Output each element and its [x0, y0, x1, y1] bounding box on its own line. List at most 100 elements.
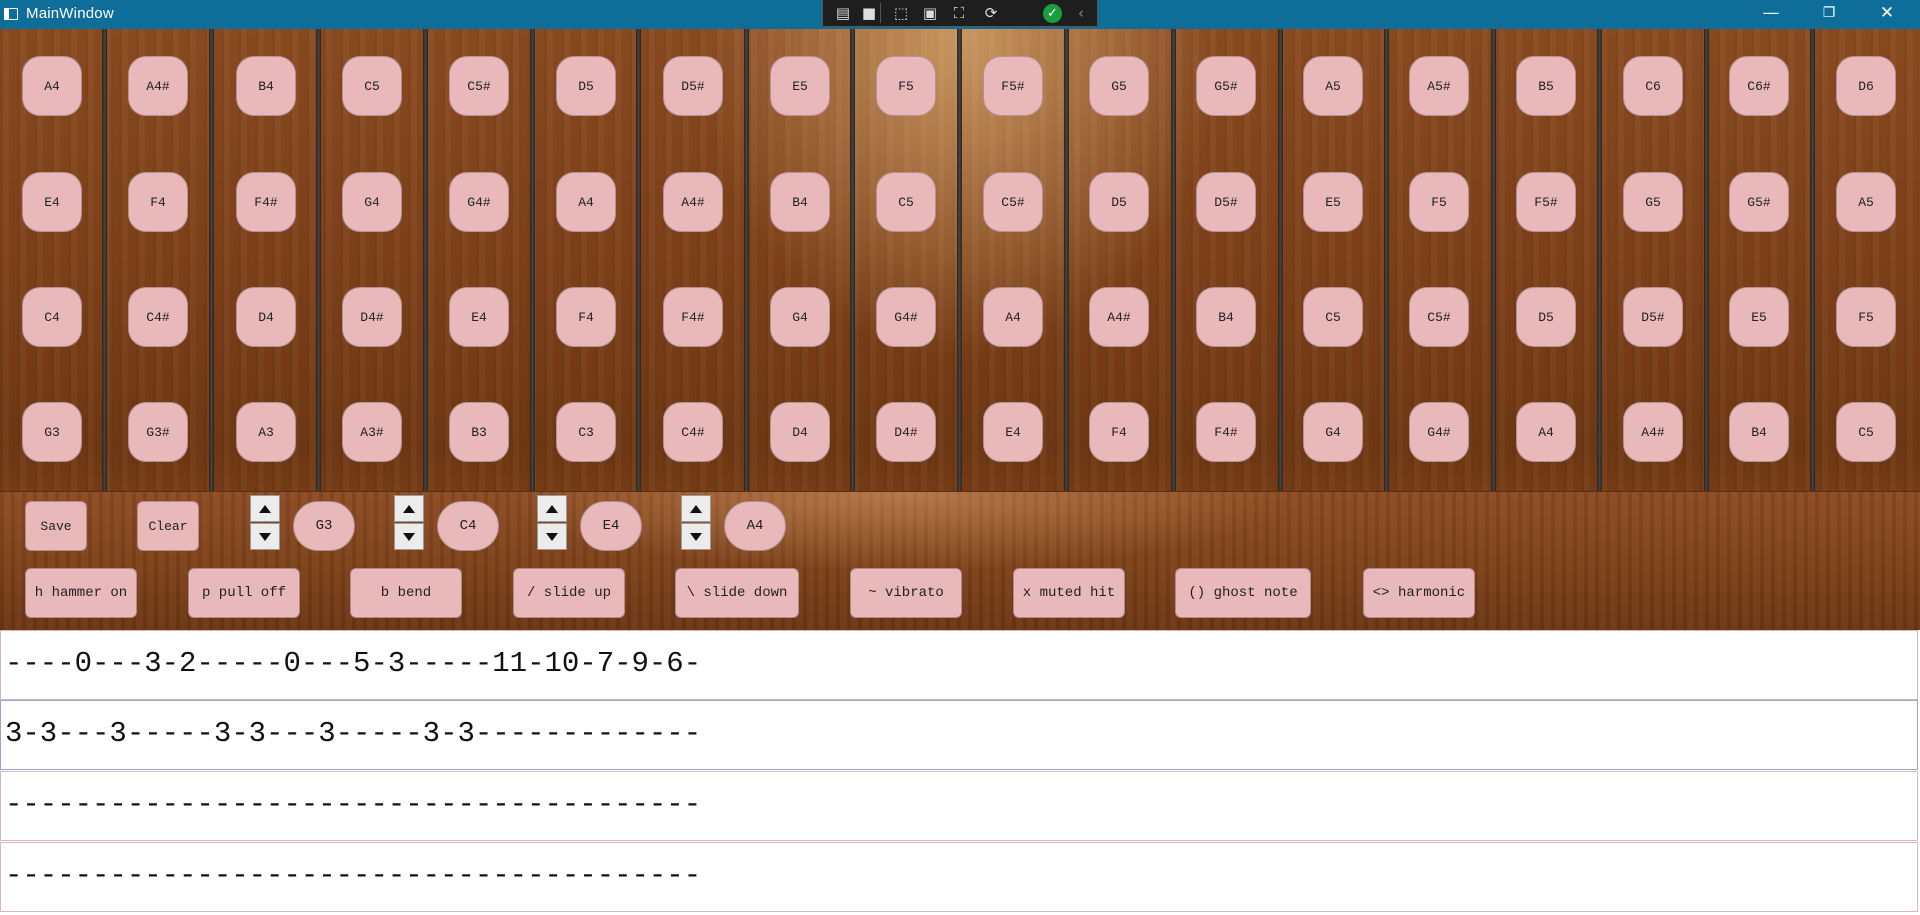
note-button[interactable]: A4 [22, 56, 82, 116]
note-button[interactable]: B4 [1196, 287, 1256, 347]
note-button[interactable]: C5# [1409, 287, 1469, 347]
note-button[interactable]: E4 [449, 287, 509, 347]
note-button[interactable]: G4# [1409, 402, 1469, 462]
note-button[interactable]: A3# [342, 402, 402, 462]
note-button[interactable]: D6 [1836, 56, 1896, 116]
tune-up-button[interactable] [394, 495, 424, 522]
note-button[interactable]: F4 [1089, 402, 1149, 462]
display-layout-adorners-icon[interactable]: ▣ [918, 3, 942, 23]
note-button[interactable]: C4# [663, 402, 723, 462]
note-button[interactable]: G5# [1729, 172, 1789, 232]
note-button[interactable]: C4# [128, 287, 188, 347]
note-button[interactable]: B5 [1516, 56, 1576, 116]
tune-up-button[interactable] [681, 495, 711, 522]
note-button[interactable]: F4# [236, 172, 296, 232]
restore-icon[interactable]: ❐ [1806, 0, 1852, 29]
live-visual-tree-icon[interactable]: ▤ [831, 3, 855, 23]
note-button[interactable]: E4 [22, 172, 82, 232]
note-button[interactable]: E5 [770, 56, 830, 116]
track-focused-element-icon[interactable]: ⛶ [947, 3, 971, 23]
note-button[interactable]: A5 [1303, 56, 1363, 116]
note-button[interactable]: G4 [342, 172, 402, 232]
note-button[interactable]: C6 [1623, 56, 1683, 116]
tab-string-field[interactable]: 3-3---3-----3-3---3-----3-3------------- [0, 700, 1918, 770]
note-button[interactable]: D5# [663, 56, 723, 116]
tab-string-field[interactable]: ---------------------------------------- [0, 771, 1918, 841]
tab-string-field[interactable]: ----0---3-2-----0---5-3-----11-10-7-9-6- [0, 630, 1918, 700]
note-button[interactable]: F5 [876, 56, 936, 116]
note-button[interactable]: D5 [1516, 287, 1576, 347]
note-button[interactable]: C5 [1836, 402, 1896, 462]
technique-button[interactable]: / slide up [513, 568, 625, 618]
note-button[interactable]: G5 [1623, 172, 1683, 232]
note-button[interactable]: D5# [1196, 172, 1256, 232]
note-button[interactable]: A4# [663, 172, 723, 232]
note-button[interactable]: A4 [983, 287, 1043, 347]
note-button[interactable]: G3 [22, 402, 82, 462]
note-button[interactable]: C5# [983, 172, 1043, 232]
technique-button[interactable]: ~ vibrato [850, 568, 962, 618]
note-button[interactable]: B3 [449, 402, 509, 462]
note-button[interactable]: F5# [983, 56, 1043, 116]
note-button[interactable]: A4 [556, 172, 616, 232]
tune-down-button[interactable] [394, 523, 424, 550]
note-button[interactable]: A3 [236, 402, 296, 462]
tune-down-button[interactable] [537, 523, 567, 550]
note-button[interactable]: E5 [1303, 172, 1363, 232]
tune-down-button[interactable] [250, 523, 280, 550]
note-button[interactable]: C5 [876, 172, 936, 232]
note-button[interactable]: A4 [1516, 402, 1576, 462]
note-button[interactable]: F4 [128, 172, 188, 232]
note-button[interactable]: B4 [236, 56, 296, 116]
note-button[interactable]: G5 [1089, 56, 1149, 116]
note-button[interactable]: F5 [1836, 287, 1896, 347]
note-button[interactable]: F5 [1409, 172, 1469, 232]
note-button[interactable]: C5# [449, 56, 509, 116]
note-button[interactable]: E4 [983, 402, 1043, 462]
note-button[interactable]: C3 [556, 402, 616, 462]
save-button[interactable]: Save [25, 501, 87, 551]
note-button[interactable]: C5 [1303, 287, 1363, 347]
close-icon[interactable]: ✕ [1864, 0, 1910, 29]
note-button[interactable]: F5# [1516, 172, 1576, 232]
clear-button[interactable]: Clear [137, 501, 199, 551]
collapse-toolbar-icon[interactable]: ‹ [1069, 3, 1093, 23]
note-button[interactable]: C4 [22, 287, 82, 347]
note-button[interactable]: A5 [1836, 172, 1896, 232]
note-button[interactable]: D5# [1623, 287, 1683, 347]
record-icon[interactable]: ■ [857, 3, 881, 23]
technique-button[interactable]: b bend [350, 568, 462, 618]
note-button[interactable]: G5# [1196, 56, 1256, 116]
note-button[interactable]: A4# [1623, 402, 1683, 462]
technique-button[interactable]: h hammer on [25, 568, 137, 618]
note-button[interactable]: F4# [663, 287, 723, 347]
note-button[interactable]: E5 [1729, 287, 1789, 347]
minimize-icon[interactable]: — [1748, 0, 1794, 29]
note-button[interactable]: G4# [876, 287, 936, 347]
tune-up-button[interactable] [250, 495, 280, 522]
note-button[interactable]: C6# [1729, 56, 1789, 116]
note-button[interactable]: D5 [556, 56, 616, 116]
note-button[interactable]: G3# [128, 402, 188, 462]
note-button[interactable]: B4 [1729, 402, 1789, 462]
technique-button[interactable]: <> harmonic [1363, 568, 1475, 618]
note-button[interactable]: C5 [342, 56, 402, 116]
note-button[interactable]: B4 [770, 172, 830, 232]
note-button[interactable]: D5 [1089, 172, 1149, 232]
note-button[interactable]: A5# [1409, 56, 1469, 116]
note-button[interactable]: D4# [342, 287, 402, 347]
note-button[interactable]: D4# [876, 402, 936, 462]
tune-down-button[interactable] [681, 523, 711, 550]
tab-string-field[interactable]: ---------------------------------------- [0, 842, 1918, 912]
note-button[interactable]: F4# [1196, 402, 1256, 462]
hot-reload-icon[interactable]: ⟳ [979, 3, 1003, 23]
technique-button[interactable]: \ slide down [675, 568, 799, 618]
note-button[interactable]: G4 [1303, 402, 1363, 462]
tune-up-button[interactable] [537, 495, 567, 522]
note-button[interactable]: A4# [1089, 287, 1149, 347]
note-button[interactable]: G4 [770, 287, 830, 347]
technique-button[interactable]: p pull off [188, 568, 300, 618]
note-button[interactable]: G4# [449, 172, 509, 232]
technique-button[interactable]: x muted hit [1013, 568, 1125, 618]
select-element-icon[interactable]: ⬚ [889, 3, 913, 23]
